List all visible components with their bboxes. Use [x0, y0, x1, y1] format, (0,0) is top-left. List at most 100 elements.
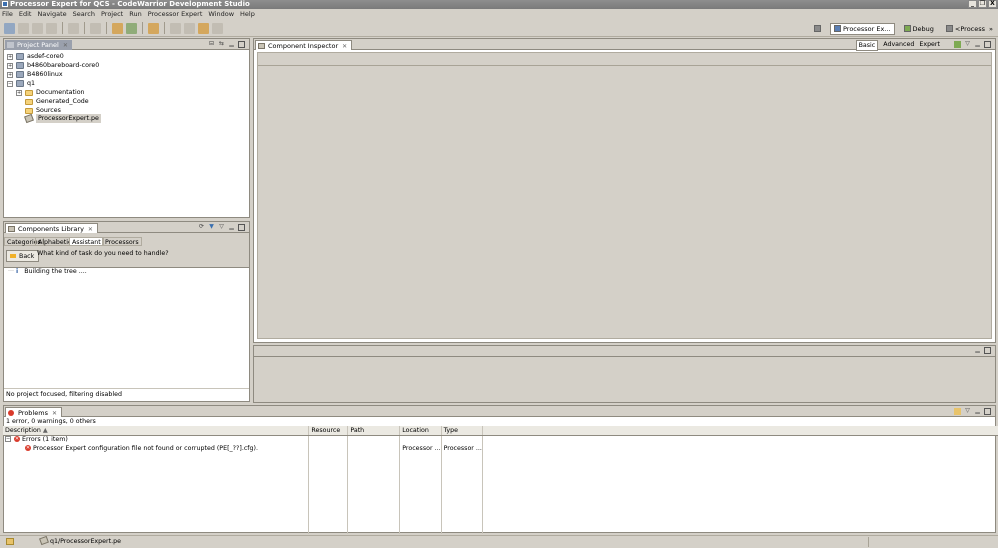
- table-row[interactable]: ✕ Processor Expert configuration file not…: [3, 444, 998, 453]
- toolbar-separator: [62, 22, 63, 34]
- filter-problems-icon[interactable]: [954, 408, 961, 415]
- problem-type: Processor ...: [441, 444, 483, 453]
- perspective-label: Processor Ex...: [842, 24, 891, 33]
- tab-problems[interactable]: Problems ✕: [5, 407, 62, 417]
- folder-icon: [25, 89, 33, 96]
- components-library-panel: Components Library ✕ ⟳ ▼ ▽ ▁: [3, 221, 250, 402]
- next-annotation-icon[interactable]: [170, 22, 181, 34]
- tree-item-label: Documentation: [36, 89, 85, 96]
- problems-tabbar: Problems ✕ ▽ ▁: [4, 406, 995, 417]
- maximize-icon[interactable]: [984, 41, 991, 48]
- perspective-processor-expert[interactable]: Processor Ex...: [829, 22, 895, 35]
- menu-project[interactable]: Project: [101, 10, 123, 18]
- collapse-all-icon[interactable]: ⊟: [208, 41, 215, 48]
- open-perspective-button[interactable]: [811, 24, 824, 33]
- problems-icon: [8, 410, 14, 416]
- forward-icon[interactable]: [212, 22, 223, 34]
- back-arrow-icon: [10, 254, 16, 258]
- collapse-icon[interactable]: −: [7, 80, 13, 87]
- save-all-icon[interactable]: [32, 22, 43, 34]
- close-icon[interactable]: ✕: [342, 43, 347, 50]
- menu-window[interactable]: Window: [208, 10, 234, 18]
- menu-run[interactable]: Run: [129, 10, 141, 18]
- mode-basic-button[interactable]: Basic: [855, 40, 879, 51]
- table-row-group[interactable]: − ✕ Errors (1 item): [3, 435, 998, 444]
- tab-project-panel[interactable]: Project Panel ✕: [5, 40, 72, 50]
- run-icon[interactable]: [126, 22, 137, 34]
- info-icon: i: [16, 268, 19, 275]
- column-path[interactable]: Path: [347, 426, 401, 436]
- back-button[interactable]: Back: [6, 250, 40, 262]
- view-menu-icon[interactable]: ▽: [218, 224, 225, 231]
- menu-help[interactable]: Help: [240, 10, 255, 18]
- filter-icon[interactable]: ▼: [208, 224, 215, 231]
- minimize-icon[interactable]: ▁: [228, 224, 235, 231]
- wand-icon[interactable]: [148, 22, 159, 34]
- view-menu-icon[interactable]: ▽: [964, 408, 971, 415]
- save-icon[interactable]: [18, 22, 29, 34]
- toolbar-separator: [84, 22, 85, 34]
- tab-components-library[interactable]: Components Library ✕: [5, 223, 98, 233]
- assistant-question: What kind of task do you need to handle?: [37, 250, 169, 257]
- tree-item[interactable]: Generated_Code: [25, 97, 89, 106]
- prev-annotation-icon[interactable]: [184, 22, 195, 34]
- minimize-icon[interactable]: ▁: [974, 41, 981, 48]
- close-icon[interactable]: ✕: [88, 226, 93, 233]
- link-editor-icon[interactable]: ⇆: [218, 41, 225, 48]
- menu-search[interactable]: Search: [73, 10, 95, 18]
- back-icon[interactable]: [198, 22, 209, 34]
- menu-edit[interactable]: Edit: [19, 10, 32, 18]
- tab-component-inspector[interactable]: Component Inspector ✕: [255, 40, 353, 50]
- menu-navigate[interactable]: Navigate: [37, 10, 66, 18]
- perspective-other[interactable]: <Process»: [943, 24, 996, 34]
- component-inspector-icon: [258, 43, 265, 49]
- mode-advanced-button[interactable]: Advanced: [883, 40, 914, 51]
- close-window-button[interactable]: X: [988, 0, 997, 8]
- maximize-icon[interactable]: [984, 347, 991, 354]
- tree-item[interactable]: + b4860bareboard-core0: [7, 61, 99, 70]
- subtab-assistant[interactable]: Assistant: [69, 237, 104, 246]
- column-resource[interactable]: Resource: [308, 426, 349, 436]
- expand-icon[interactable]: +: [7, 71, 13, 78]
- new-icon[interactable]: [4, 22, 15, 34]
- tree-item[interactable]: + B4860linux: [7, 70, 63, 79]
- column-type[interactable]: Type: [441, 426, 483, 436]
- expand-icon[interactable]: +: [16, 89, 22, 96]
- maximize-icon[interactable]: [984, 408, 991, 415]
- menu-processor-expert[interactable]: Processor Expert: [148, 10, 203, 18]
- tree-item-label: Generated_Code: [36, 98, 89, 105]
- close-icon[interactable]: ✕: [63, 42, 68, 49]
- column-location[interactable]: Location: [399, 426, 442, 436]
- minimize-button[interactable]: _: [968, 0, 977, 8]
- close-icon[interactable]: ✕: [52, 410, 57, 417]
- minimize-icon[interactable]: ▁: [974, 347, 981, 354]
- tree-item[interactable]: + Documentation: [16, 88, 85, 97]
- clock-icon[interactable]: [90, 22, 101, 34]
- minimize-icon[interactable]: ▁: [974, 408, 981, 415]
- subtab-processors[interactable]: Processors: [102, 237, 142, 246]
- maximize-icon[interactable]: [238, 41, 245, 48]
- collapse-icon[interactable]: −: [5, 436, 11, 443]
- error-group-label: Errors (1 item): [22, 436, 68, 444]
- tree-item[interactable]: ProcessorExpert.pe: [24, 113, 101, 124]
- perspective-icon: [945, 25, 953, 32]
- chart-icon[interactable]: [954, 41, 961, 48]
- refresh-icon[interactable]: ⟳: [198, 224, 205, 231]
- maximize-icon[interactable]: [238, 224, 245, 231]
- expand-icon[interactable]: +: [7, 53, 13, 60]
- tree-item[interactable]: − q1: [7, 79, 35, 88]
- tab-label: Component Inspector: [268, 42, 339, 50]
- minimize-icon[interactable]: ▁: [228, 41, 235, 48]
- print-icon[interactable]: [46, 22, 57, 34]
- debug-icon[interactable]: [112, 22, 123, 34]
- mode-expert-button[interactable]: Expert: [919, 40, 940, 51]
- tree-item[interactable]: + asdef-core0: [7, 52, 64, 61]
- menu-file[interactable]: File: [2, 10, 13, 18]
- perspective-debug[interactable]: Debug: [901, 24, 937, 34]
- restore-button[interactable]: ❐: [978, 0, 987, 8]
- expand-icon[interactable]: +: [7, 62, 13, 69]
- build-icon[interactable]: [68, 22, 79, 34]
- view-menu-icon[interactable]: ▽: [964, 41, 971, 48]
- column-description[interactable]: Description ▲: [3, 426, 310, 436]
- fast-view-icon[interactable]: [6, 538, 14, 545]
